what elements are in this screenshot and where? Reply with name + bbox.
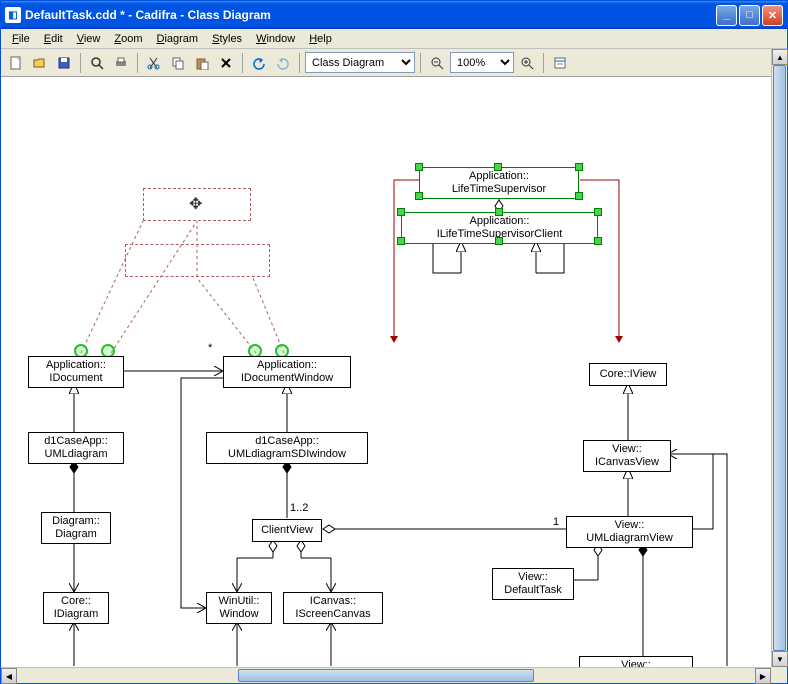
diagram-canvas[interactable]: ✥ Application::LifeTimeSupervisor Applic… bbox=[1, 77, 787, 681]
save-icon[interactable] bbox=[53, 52, 75, 74]
toolbar: Class Diagram 100% bbox=[1, 49, 787, 77]
class-idocument[interactable]: Application::IDocument bbox=[28, 356, 124, 388]
menu-diagram[interactable]: Diagram bbox=[150, 31, 206, 47]
zoom-out-icon[interactable] bbox=[426, 52, 448, 74]
menu-view[interactable]: View bbox=[70, 31, 108, 47]
class-diagram[interactable]: Diagram::Diagram bbox=[41, 512, 111, 544]
scroll-left-button[interactable]: ◀ bbox=[1, 668, 17, 684]
scroll-up-button[interactable]: ▲ bbox=[772, 49, 788, 65]
move-cursor-icon: ✥ bbox=[189, 194, 202, 214]
app-icon: ◧ bbox=[5, 7, 21, 23]
class-clientview[interactable]: ClientView bbox=[252, 519, 322, 542]
class-core-iview[interactable]: Core::IView bbox=[589, 363, 667, 386]
class-umldiagram[interactable]: d1CaseApp::UMLdiagram bbox=[28, 432, 124, 464]
menu-help[interactable]: Help bbox=[302, 31, 339, 47]
zoom-select[interactable]: 100% bbox=[450, 52, 514, 73]
menu-window[interactable]: Window bbox=[249, 31, 302, 47]
class-umldiagramsdiwindow[interactable]: d1CaseApp::UMLdiagramSDIwindow bbox=[206, 432, 368, 464]
print-icon[interactable] bbox=[110, 52, 132, 74]
class-idocumentwindow[interactable]: Application::IDocumentWindow bbox=[223, 356, 351, 388]
new-icon[interactable] bbox=[5, 52, 27, 74]
app-window: ◧ DefaultTask.cdd * - Cadifra - Class Di… bbox=[0, 0, 788, 684]
maximize-button[interactable]: □ bbox=[739, 5, 760, 26]
window-title: DefaultTask.cdd * - Cadifra - Class Diag… bbox=[25, 8, 716, 22]
menu-zoom[interactable]: Zoom bbox=[107, 31, 149, 47]
properties-icon[interactable] bbox=[549, 52, 571, 74]
diagram-type-select[interactable]: Class Diagram bbox=[305, 52, 415, 73]
ghost-box-2 bbox=[125, 244, 270, 277]
multiplicity-star: * bbox=[208, 342, 212, 354]
class-iscreencanvas[interactable]: ICanvas::IScreenCanvas bbox=[283, 592, 383, 624]
scroll-down-button[interactable]: ▼ bbox=[772, 651, 788, 667]
vertical-scrollbar[interactable]: ▲ ▼ bbox=[771, 49, 787, 667]
zoom-in-icon[interactable] bbox=[516, 52, 538, 74]
class-lifetimesupervisor[interactable]: Application::LifeTimeSupervisor bbox=[419, 167, 579, 199]
menu-file[interactable]: File bbox=[5, 31, 37, 47]
class-icanvasview[interactable]: View::ICanvasView bbox=[583, 440, 671, 472]
menu-edit[interactable]: Edit bbox=[37, 31, 70, 47]
multiplicity-1-2: 1..2 bbox=[290, 502, 308, 514]
open-icon[interactable] bbox=[29, 52, 51, 74]
delete-icon[interactable] bbox=[215, 52, 237, 74]
class-winutil-window[interactable]: WinUtil::Window bbox=[206, 592, 272, 624]
titlebar[interactable]: ◧ DefaultTask.cdd * - Cadifra - Class Di… bbox=[1, 1, 787, 29]
scroll-right-button[interactable]: ▶ bbox=[755, 668, 771, 684]
scroll-thumb-h[interactable] bbox=[238, 669, 533, 682]
minimize-button[interactable]: _ bbox=[716, 5, 737, 26]
cut-icon[interactable] bbox=[143, 52, 165, 74]
close-button[interactable]: ✕ bbox=[762, 5, 783, 26]
copy-icon[interactable] bbox=[167, 52, 189, 74]
paste-icon[interactable] bbox=[191, 52, 213, 74]
find-icon[interactable] bbox=[86, 52, 108, 74]
class-umldiagramview[interactable]: View::UMLdiagramView bbox=[566, 516, 693, 548]
class-defaulttask[interactable]: View::DefaultTask bbox=[492, 568, 574, 600]
redo-icon[interactable] bbox=[272, 52, 294, 74]
class-idiagram[interactable]: Core::IDiagram bbox=[43, 592, 109, 624]
menu-styles[interactable]: Styles bbox=[205, 31, 249, 47]
multiplicity-1: 1 bbox=[553, 516, 559, 528]
menubar: File Edit View Zoom Diagram Styles Windo… bbox=[1, 29, 787, 49]
horizontal-scrollbar[interactable]: ◀ ▶ bbox=[1, 667, 771, 683]
scrollbar-corner bbox=[771, 667, 787, 683]
undo-icon[interactable] bbox=[248, 52, 270, 74]
scroll-thumb-v[interactable] bbox=[773, 65, 786, 651]
